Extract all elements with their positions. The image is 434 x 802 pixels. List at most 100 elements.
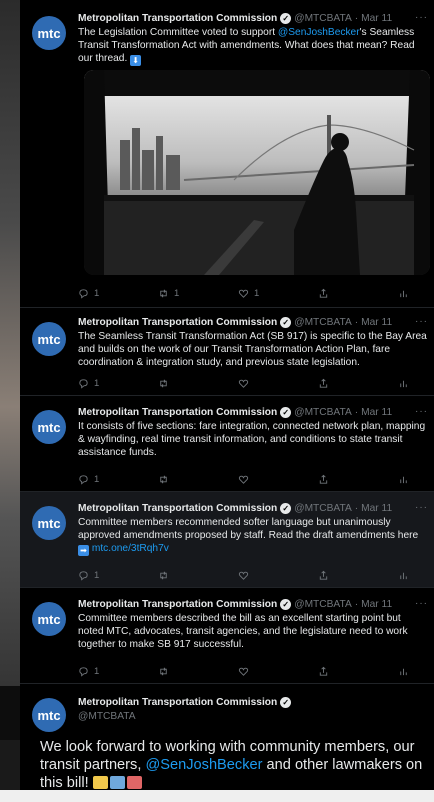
- tweet-header: Metropolitan Transportation Commission ✓…: [78, 502, 393, 515]
- like-button[interactable]: [238, 568, 306, 582]
- avatar[interactable]: mtc: [32, 322, 66, 356]
- analytics-button[interactable]: [398, 472, 418, 486]
- author-handle[interactable]: @MTCBATA: [294, 316, 352, 329]
- bay-bridge-image: [84, 70, 430, 275]
- reply-icon: [79, 378, 88, 389]
- share-button[interactable]: [318, 286, 386, 300]
- retweet-button[interactable]: [158, 568, 226, 582]
- author-name[interactable]: Metropolitan Transportation Commission: [78, 316, 277, 329]
- tweet-header: Metropolitan Transportation Commission ✓…: [78, 12, 393, 25]
- tweet-thread[interactable]: mtc Metropolitan Transportation Commissi…: [20, 0, 434, 790]
- verified-check-icon: ✓: [280, 13, 292, 24]
- share-button[interactable]: [318, 376, 386, 390]
- retweet-icon: [160, 475, 167, 483]
- tweet-date[interactable]: Mar 11: [361, 406, 392, 419]
- like-button[interactable]: [238, 472, 306, 486]
- bottom-band: [0, 790, 434, 802]
- avatar[interactable]: mtc: [32, 16, 66, 50]
- like-button[interactable]: [238, 376, 306, 390]
- verified-check-icon: ✓: [280, 407, 292, 418]
- more-options-icon[interactable]: ···: [415, 406, 428, 417]
- share-icon: [319, 666, 328, 676]
- tweet-text: It consists of five sections: fare integ…: [78, 421, 426, 459]
- tweet-date[interactable]: Mar 11: [361, 598, 392, 611]
- analytics-button[interactable]: [398, 376, 418, 390]
- share-button[interactable]: [318, 664, 386, 678]
- tweet-text: The Seamless Transit Transformation Act …: [78, 331, 427, 369]
- share-icon: [319, 474, 328, 484]
- author-handle[interactable]: @MTCBATA: [294, 598, 352, 611]
- retweet-icon: [160, 289, 167, 297]
- like-button[interactable]: [238, 664, 306, 678]
- reply-button[interactable]: 1: [78, 664, 146, 678]
- analytics-button[interactable]: [398, 664, 418, 678]
- reply-button[interactable]: 1: [78, 376, 146, 390]
- share-icon: [319, 288, 328, 298]
- reply-icon: [79, 570, 88, 581]
- retweet-icon: [160, 667, 167, 675]
- author-name[interactable]: Metropolitan Transportation Commission: [78, 12, 277, 25]
- author-name[interactable]: Metropolitan Transportation Commission: [78, 406, 277, 419]
- more-options-icon[interactable]: ···: [415, 502, 428, 513]
- like-button[interactable]: 1: [238, 286, 306, 300]
- share-button[interactable]: [318, 472, 386, 486]
- tweet-actions: 1 1 1: [78, 286, 418, 300]
- avatar[interactable]: mtc: [32, 506, 66, 540]
- tweet-actions: 1: [78, 472, 418, 486]
- retweet-button[interactable]: [158, 376, 226, 390]
- more-options-icon[interactable]: ···: [415, 316, 428, 327]
- bus-emoji-icon: [92, 776, 108, 789]
- heart-icon: [238, 571, 249, 580]
- author-name[interactable]: Metropolitan Transportation Commission: [78, 502, 277, 515]
- more-options-icon[interactable]: ···: [415, 598, 428, 609]
- tweet-date[interactable]: Mar 11: [361, 12, 392, 25]
- tweet-date[interactable]: Mar 11: [361, 502, 392, 515]
- tweet-text: Committee members described the bill as …: [78, 613, 408, 651]
- heart-icon: [238, 289, 249, 298]
- reply-icon: [79, 288, 88, 299]
- reply-icon: [79, 474, 88, 485]
- author-handle[interactable]: @MTCBATA: [294, 406, 352, 419]
- retweet-button[interactable]: 1: [158, 286, 226, 300]
- ferry-emoji-icon: [126, 776, 142, 789]
- share-button[interactable]: [318, 568, 386, 582]
- analytics-button[interactable]: [398, 286, 418, 300]
- verified-check-icon: ✓: [280, 503, 292, 514]
- retweet-button[interactable]: [158, 664, 226, 678]
- avatar[interactable]: mtc: [32, 602, 66, 636]
- heart-icon: [238, 475, 249, 484]
- tweet-date[interactable]: Mar 11: [361, 316, 392, 329]
- avatar[interactable]: mtc: [32, 698, 66, 732]
- author-name[interactable]: Metropolitan Transportation Commission: [78, 598, 277, 611]
- reply-button[interactable]: 1: [78, 286, 146, 300]
- tweet-1[interactable]: mtc Metropolitan Transportation Commissi…: [20, 0, 434, 308]
- tweet-photo[interactable]: [84, 70, 430, 275]
- tweet-3[interactable]: mtc Metropolitan Transportation Commissi…: [20, 396, 434, 492]
- reply-button[interactable]: 1: [78, 472, 146, 486]
- tweet-2[interactable]: mtc Metropolitan Transportation Commissi…: [20, 308, 434, 396]
- reply-button[interactable]: 1: [78, 568, 146, 582]
- tweet-actions: 1: [78, 664, 418, 678]
- tweet-actions: 1: [78, 568, 418, 582]
- verified-check-icon: ✓: [280, 697, 292, 708]
- verified-check-icon: ✓: [280, 317, 292, 328]
- avatar[interactable]: mtc: [32, 410, 66, 444]
- author-handle[interactable]: @MTCBATA: [294, 502, 352, 515]
- tweet-5[interactable]: mtc Metropolitan Transportation Commissi…: [20, 588, 434, 684]
- retweet-button[interactable]: [158, 472, 226, 486]
- tweet-text: The Legislation Committee voted to suppo…: [78, 27, 415, 67]
- down-arrow-emoji: ⬇: [130, 55, 142, 67]
- author-handle[interactable]: @MTCBATA: [294, 12, 352, 25]
- author-name[interactable]: Metropolitan Transportation Commission: [78, 696, 277, 709]
- draft-amendments-link[interactable]: mtc.one/3tRqh7v: [92, 543, 169, 554]
- analytics-icon: [400, 572, 407, 579]
- mention-link[interactable]: @SenJoshBecker: [145, 757, 262, 773]
- tweet-header: Metropolitan Transportation Commission ✓…: [78, 316, 393, 329]
- tweet-4[interactable]: mtc Metropolitan Transportation Commissi…: [20, 492, 434, 588]
- analytics-button[interactable]: [398, 568, 418, 582]
- mention-link[interactable]: @SenJoshBecker: [278, 27, 360, 38]
- author-handle[interactable]: @MTCBATA: [78, 710, 136, 723]
- tweet-actions: 1: [78, 376, 418, 390]
- more-options-icon[interactable]: ···: [415, 12, 428, 23]
- focused-tweet-text: We look forward to working with communit…: [40, 739, 423, 790]
